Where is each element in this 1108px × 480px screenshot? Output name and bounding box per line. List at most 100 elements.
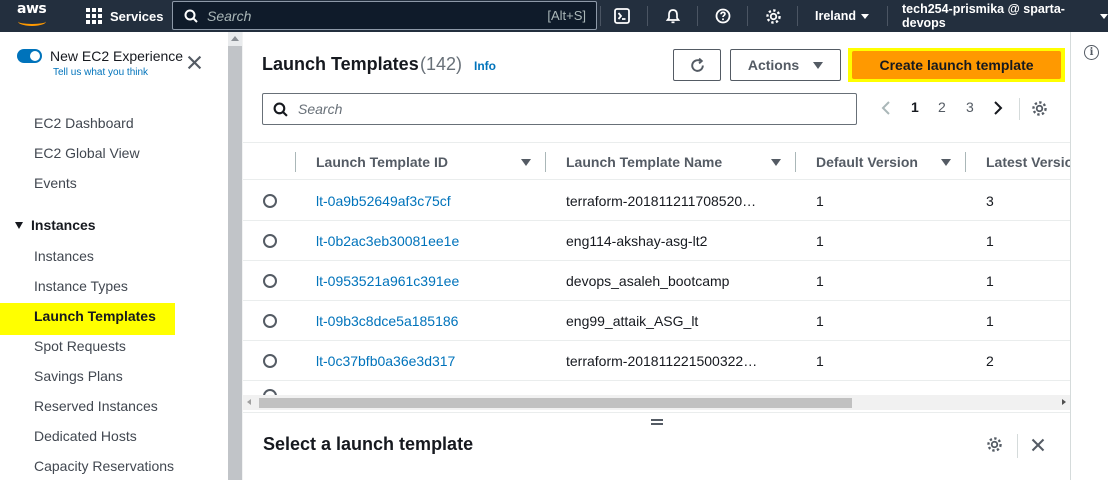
bell-icon[interactable] [663,0,683,32]
search-shortcut-hint: [Alt+S] [547,8,586,23]
sidebar-section-instances[interactable]: Instances [15,217,96,233]
new-experience-toggle[interactable] [17,49,42,63]
help-icon[interactable] [713,0,733,32]
template-id-link[interactable]: lt-0a9b52649af3c75cf [316,193,451,209]
region-selector[interactable]: Ireland [815,0,869,32]
sidebar-item-ec2-global-view[interactable]: EC2 Global View [34,145,140,161]
sidebar-item-ec2-dashboard[interactable]: EC2 Dashboard [34,115,134,131]
table-row[interactable]: lt-0953521a961c391ee devops_asaleh_bootc… [243,261,1070,301]
split-panel: Select a launch template [243,412,1070,480]
column-header-template-id[interactable]: Launch Template ID [316,154,448,170]
split-panel-title: Select a launch template [263,434,474,454]
column-header-template-name[interactable]: Launch Template Name [566,154,722,170]
caret-down-icon [813,61,824,69]
refresh-button[interactable] [673,49,721,81]
template-id-link[interactable]: lt-09b3c8dce5a185186 [316,313,458,329]
table-row[interactable]: lt-09b3c8dce5a185186 eng99_attaik_ASG_lt… [243,301,1070,341]
table-horizontal-scrollbar[interactable] [243,395,1070,410]
refresh-icon [690,57,704,72]
actions-label: Actions [747,57,800,73]
split-panel-close-icon[interactable] [1031,438,1045,457]
sidebar-item-spot-requests[interactable]: Spot Requests [34,338,126,354]
template-id-link[interactable]: lt-0953521a961c391ee [316,273,459,289]
sidebar-item-launch-templates[interactable]: Launch Templates [34,308,156,324]
row-radio[interactable] [263,354,277,368]
table-row[interactable]: lt-0c37bfb0a36e3d317 terraform-201811221… [243,341,1070,381]
scroll-right-icon[interactable] [1062,399,1066,405]
sidebar-item-instances[interactable]: Instances [34,248,94,264]
table-preferences-gear-icon[interactable] [1031,100,1048,120]
pagination-prev-icon[interactable] [881,100,891,119]
services-menu-button[interactable]: Services [86,0,164,32]
sort-caret-icon[interactable] [521,159,531,166]
sidebar-item-instance-types[interactable]: Instance Types [34,278,128,294]
template-id-link[interactable]: lt-0b2ac3eb30081ee1e [316,233,459,249]
gear-icon[interactable] [763,0,783,32]
table-row[interactable]: lt-0b2ac3eb30081ee1e eng114-akshay-asg-l… [243,221,1070,261]
chevron-down-icon [861,13,869,19]
row-radio[interactable] [263,194,277,208]
pagination-page-1[interactable]: 1 [911,99,919,115]
global-search-input[interactable]: Search [Alt+S] [172,1,597,30]
sort-caret-icon[interactable] [771,159,781,166]
scroll-up-icon[interactable] [231,36,239,41]
launch-templates-panel: Launch Templates (142) Info Actions Crea… [243,32,1070,412]
split-panel-gear-icon[interactable] [986,436,1003,458]
template-name: devops_asaleh_bootcamp [566,273,730,289]
template-id-link[interactable]: lt-0c37bfb0a36e3d317 [316,353,455,369]
column-divider [295,152,296,172]
aws-logo-text: aws [17,1,47,17]
pagination-next-icon[interactable] [993,100,1003,119]
nav-divider [647,6,648,26]
sidebar: New EC2 Experience Tell us what you thin… [0,32,228,480]
sidebar-item-capacity-reservations[interactable]: Capacity Reservations [34,458,174,474]
aws-logo[interactable]: aws [17,2,51,28]
close-sidebar-icon[interactable] [187,54,202,74]
sidebar-section-label: Instances [31,217,96,233]
nav-divider [797,6,798,26]
region-label: Ireland [815,9,856,23]
column-divider [545,152,546,172]
default-version: 1 [816,313,824,329]
chevron-down-icon [1100,13,1108,19]
scroll-left-icon[interactable] [247,399,251,405]
info-icon[interactable]: i [1084,45,1099,60]
template-name: terraform-201811221500322… [566,353,758,369]
global-search-placeholder: Search [207,7,252,24]
sidebar-scrollbar[interactable] [228,32,242,480]
page-title: Launch Templates [262,54,419,74]
services-label: Services [110,8,164,24]
pagination-page-2[interactable]: 2 [938,99,946,115]
sidebar-item-events[interactable]: Events [34,175,77,191]
sidebar-item-dedicated-hosts[interactable]: Dedicated Hosts [34,428,137,444]
info-link[interactable]: Info [474,59,496,73]
cloudshell-icon[interactable] [612,0,632,32]
sidebar-scrollbar-thumb[interactable] [228,46,242,480]
table-row-partial[interactable] [243,381,1070,395]
row-radio[interactable] [263,314,277,328]
column-header-default-version[interactable]: Default Version [816,154,918,170]
table-header: Launch Template ID Launch Template Name … [243,142,1070,180]
top-navigation: aws Services Search [Alt+S] Ireland tech… [0,0,1108,32]
sidebar-item-reserved-instances[interactable]: Reserved Instances [34,398,158,414]
aws-smile-icon [18,17,46,26]
latest-version: 3 [986,193,994,209]
search-icon [184,9,198,23]
latest-version: 1 [986,273,994,289]
table-row[interactable]: lt-0a9b52649af3c75cf terraform-201811211… [243,181,1070,221]
sort-caret-icon[interactable] [941,159,951,166]
row-radio[interactable] [263,234,277,248]
row-radio[interactable] [263,274,277,288]
account-menu[interactable]: tech254-prismika @ sparta-devops [902,0,1108,32]
search-icon [273,102,288,117]
feedback-link[interactable]: Tell us what you think [53,67,148,78]
sidebar-item-savings-plans[interactable]: Savings Plans [34,368,123,384]
create-launch-template-button[interactable]: Create launch template [852,51,1061,79]
template-name: terraform-201811211708520… [566,193,757,209]
pagination-page-3[interactable]: 3 [966,99,974,115]
table-search-input[interactable]: Search [262,93,857,125]
horizontal-scrollbar-thumb[interactable] [259,398,852,408]
resize-handle-icon[interactable] [651,419,663,425]
actions-dropdown-button[interactable]: Actions [730,49,841,81]
column-header-latest-version[interactable]: Latest Version [986,154,1070,170]
